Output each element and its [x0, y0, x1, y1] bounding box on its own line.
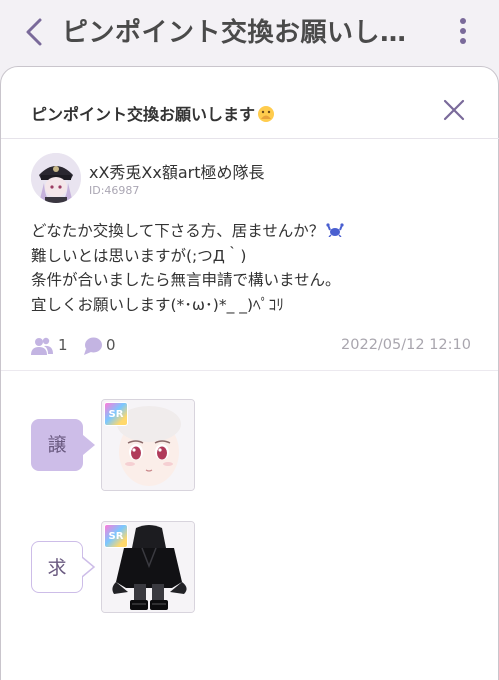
back-chevron-icon[interactable] — [22, 16, 48, 48]
post-line-text: どなたか交換して下さる方、居ませんか？ — [31, 222, 325, 240]
app-header: ピンポイント交換お願いし… — [0, 0, 499, 64]
want-tag: 求 — [31, 541, 83, 593]
page-title: ピンポイント交換お願いし… — [62, 18, 407, 48]
give-tag: 譲 — [31, 419, 83, 471]
people-icon — [31, 337, 53, 359]
close-icon[interactable] — [441, 97, 467, 123]
crying-emoji-icon — [257, 105, 275, 123]
trade-dialog: ピンポイント交換お願いします xX秀兎Xx額art極め隊長 ID:46987 ど… — [0, 66, 499, 680]
comment-icon — [83, 337, 103, 359]
avatar[interactable] — [31, 153, 81, 203]
want-item-card[interactable]: SR — [101, 521, 195, 613]
post-datetime: 2022/05/12 12:10 — [341, 337, 471, 353]
post-line: 宜しくお願いします(*･ω･)*_ _)ﾍﾟｺﾘ — [31, 295, 285, 314]
user-name[interactable]: xX秀兎Xx額art極め隊長 — [89, 159, 265, 183]
post-line: 条件が合いましたら無言申請で構いません。 — [31, 271, 341, 289]
dialog-title: ピンポイント交換お願いします — [31, 101, 275, 125]
post-body: どなたか交換して下さる方、居ませんか？ 難しいとは思いますが(;つД｀) 条件が… — [31, 219, 481, 317]
comment-count: 0 — [106, 336, 116, 354]
give-item-card[interactable]: SR — [101, 399, 195, 491]
dialog-header: ピンポイント交換お願いします — [1, 67, 499, 139]
rarity-badge: SR — [104, 402, 128, 426]
post-line: どなたか交換して下さる方、居ませんか？ — [31, 219, 481, 244]
more-vertical-icon[interactable] — [452, 14, 474, 48]
dialog-title-text: ピンポイント交換お願いします — [31, 105, 256, 124]
give-pointer — [83, 435, 95, 455]
post-line: 難しいとは思いますが(;つД｀) — [31, 246, 247, 265]
user-id: ID:46987 — [89, 184, 140, 197]
divider — [1, 370, 498, 371]
crab-emoji-icon — [326, 220, 344, 238]
participant-count: 1 — [58, 336, 68, 354]
want-pointer — [82, 557, 96, 577]
post-stats: 1 0 2022/05/12 12:10 — [31, 335, 471, 357]
rarity-badge: SR — [104, 524, 128, 548]
